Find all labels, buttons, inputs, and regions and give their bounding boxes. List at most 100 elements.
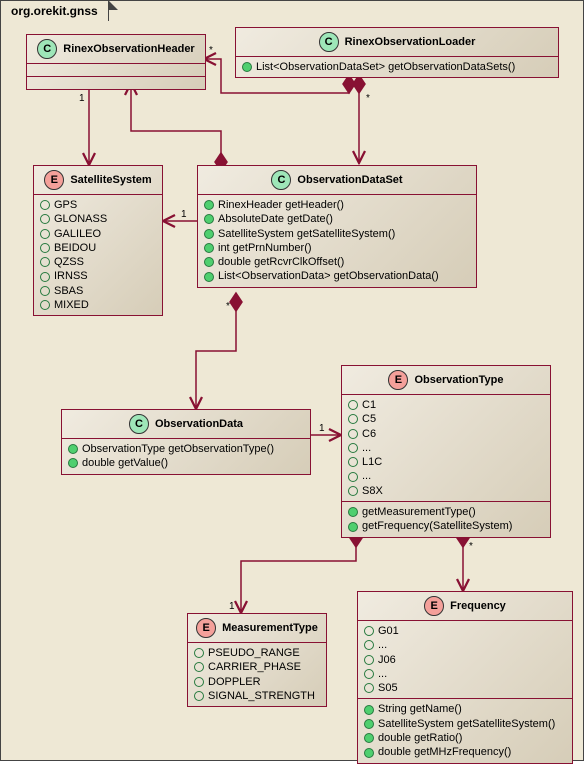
vis-public-icon [204, 214, 214, 224]
vis-enum-icon [194, 691, 204, 701]
vis-enum-icon [40, 272, 50, 282]
class-rinex-header: C RinexObservationHeader [26, 34, 206, 90]
vis-public-icon [204, 229, 214, 239]
member: GPS [40, 198, 156, 212]
member: getMeasurementType() [348, 505, 544, 519]
mult-header-sat: 1 [79, 93, 85, 104]
member: PSEUDO_RANGE [194, 646, 320, 660]
vis-public-icon [68, 458, 78, 468]
vis-enum-icon [364, 669, 374, 679]
package-tab: org.orekit.gnss [0, 0, 109, 21]
class-name: SatelliteSystem [70, 174, 151, 186]
member: GALILEO [40, 227, 156, 241]
enum-icon: E [44, 170, 64, 190]
vis-public-icon [242, 62, 252, 72]
vis-enum-icon [364, 640, 374, 650]
vis-public-icon [364, 719, 374, 729]
class-icon: C [319, 32, 339, 52]
member: J06 [364, 653, 566, 667]
member: BEIDOU [40, 241, 156, 255]
class-icon: C [37, 39, 57, 59]
vis-enum-icon [348, 400, 358, 410]
vis-public-icon [68, 444, 78, 454]
member: ... [348, 441, 544, 455]
vis-public-icon [364, 748, 374, 758]
member: C5 [348, 412, 544, 426]
class-name: RinexObservationHeader [63, 43, 194, 55]
enum-frequency: E Frequency G01...J06...S05 String getNa… [357, 591, 573, 764]
vis-public-icon [204, 200, 214, 210]
member: GLONASS [40, 212, 156, 226]
member: ObservationType getObservationType() [68, 442, 304, 456]
package-frame: org.orekit.gnss [0, 0, 584, 761]
mult-loader-set: * [366, 93, 370, 104]
enum-icon: E [196, 618, 216, 638]
vis-public-icon [204, 272, 214, 282]
member: C1 [348, 398, 544, 412]
enum-obs-type: E ObservationType C1C5C6...L1C...S8X get… [341, 365, 551, 538]
vis-enum-icon [40, 243, 50, 253]
member: G01 [364, 624, 566, 638]
mult-loader-header: * [209, 45, 213, 56]
member: S8X [348, 484, 544, 498]
member: RinexHeader getHeader() [204, 198, 470, 212]
member: SatelliteSystem getSatelliteSystem() [204, 227, 470, 241]
member: S05 [364, 681, 566, 695]
vis-enum-icon [348, 443, 358, 453]
vis-enum-icon [40, 229, 50, 239]
member: SBAS [40, 284, 156, 298]
vis-enum-icon [364, 626, 374, 636]
class-name: ObservationDataSet [297, 174, 402, 186]
member: QZSS [40, 255, 156, 269]
member: ... [364, 638, 566, 652]
vis-public-icon [364, 733, 374, 743]
enum-satellite-system: E SatelliteSystem GPSGLONASSGALILEOBEIDO… [33, 165, 163, 316]
class-rinex-loader: C RinexObservationLoader List<Observatio… [235, 27, 559, 78]
enum-icon: E [424, 596, 444, 616]
vis-public-icon [348, 522, 358, 532]
vis-enum-icon [40, 257, 50, 267]
method-list: List<ObservationDataSet> getObservationD… [236, 57, 558, 77]
mult-type-freq: * [469, 541, 473, 552]
mult-set-data: * [226, 301, 230, 312]
member: double getValue() [68, 456, 304, 470]
mult-set-sat: 1 [181, 209, 187, 220]
member: ... [348, 469, 544, 483]
vis-enum-icon [40, 286, 50, 296]
member: List<ObservationData> getObservationData… [204, 269, 470, 283]
member: double getMHzFrequency() [364, 745, 566, 759]
vis-enum-icon [348, 429, 358, 439]
member: int getPrnNumber() [204, 241, 470, 255]
vis-enum-icon [348, 457, 358, 467]
mult-data-type: 1 [319, 423, 325, 434]
vis-enum-icon [194, 648, 204, 658]
member: getFrequency(SatelliteSystem) [348, 519, 544, 533]
class-name: MeasurementType [222, 622, 318, 634]
enum-icon: E [388, 370, 408, 390]
member: CARRIER_PHASE [194, 660, 320, 674]
member: MIXED [40, 298, 156, 312]
vis-enum-icon [40, 214, 50, 224]
member: SIGNAL_STRENGTH [194, 689, 320, 703]
vis-enum-icon [194, 662, 204, 672]
member: C6 [348, 427, 544, 441]
class-icon: C [271, 170, 291, 190]
vis-public-icon [204, 257, 214, 267]
vis-enum-icon [348, 486, 358, 496]
class-name: RinexObservationLoader [345, 36, 476, 48]
member: IRNSS [40, 269, 156, 283]
vis-public-icon [204, 243, 214, 253]
package-name: org.orekit.gnss [11, 4, 98, 18]
class-obs-data: C ObservationData ObservationType getObs… [61, 409, 311, 475]
class-name: ObservationType [414, 374, 503, 386]
vis-enum-icon [194, 677, 204, 687]
class-name: ObservationData [155, 418, 243, 430]
vis-enum-icon [40, 200, 50, 210]
class-obs-dataset: C ObservationDataSet RinexHeader getHead… [197, 165, 477, 288]
class-name: Frequency [450, 600, 506, 612]
vis-enum-icon [40, 300, 50, 310]
vis-enum-icon [364, 655, 374, 665]
member: L1C [348, 455, 544, 469]
member: double getRcvrClkOffset() [204, 255, 470, 269]
vis-enum-icon [348, 414, 358, 424]
